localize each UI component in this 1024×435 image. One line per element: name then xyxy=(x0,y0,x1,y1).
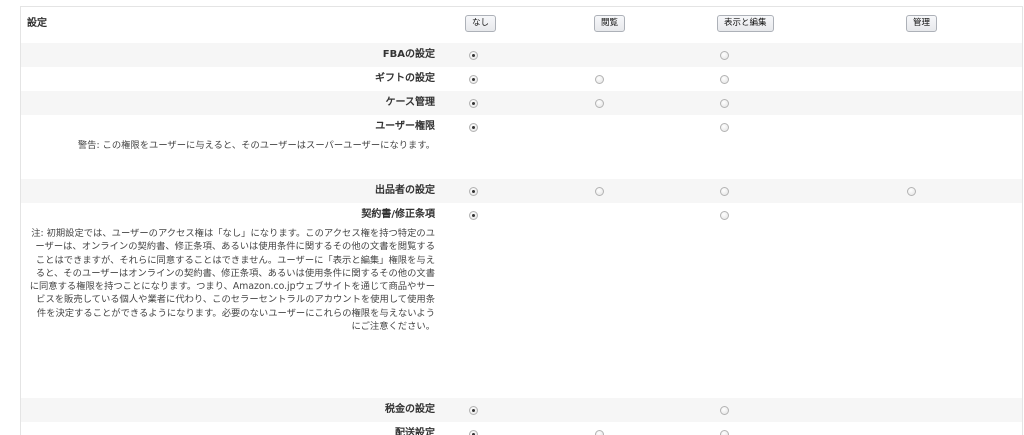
option-cell xyxy=(449,91,574,115)
option-cell xyxy=(699,43,887,67)
option-cell xyxy=(699,422,887,435)
radio-case-management-view[interactable] xyxy=(595,99,604,108)
radio-fba-settings-view-and-edit[interactable] xyxy=(720,51,729,60)
option-cell xyxy=(449,115,574,179)
row-label-seller-settings: 出品者の設定 xyxy=(21,179,449,203)
option-cell xyxy=(574,115,699,179)
option-cell xyxy=(699,67,887,91)
option-cell xyxy=(574,398,699,422)
row-title: 配送設定 xyxy=(395,428,435,435)
option-cell xyxy=(449,398,574,422)
row-label-user-permissions: ユーザー権限警告: この権限をユーザーに与えると、そのユーザーはスーパーユーザー… xyxy=(21,115,449,179)
radio-user-permissions-none[interactable] xyxy=(469,123,478,132)
radio-gift-settings-none[interactable] xyxy=(469,75,478,84)
row-label-case-management: ケース管理 xyxy=(21,91,449,115)
option-cell xyxy=(449,422,574,435)
row-label-contracts-amendments: 契約書/修正条項注: 初期設定では、ユーザーのアクセス権は「なし」になります。こ… xyxy=(21,203,449,398)
warning-note: 警告: この権限をユーザーに与えると、そのユーザーはスーパーユーザーになります。 xyxy=(77,140,435,151)
option-cell xyxy=(699,398,887,422)
option-cell xyxy=(574,91,699,115)
row-label-tax-settings: 税金の設定 xyxy=(21,398,449,422)
row-title: FBAの設定 xyxy=(382,49,435,60)
radio-shipping-settings-view[interactable] xyxy=(595,430,604,435)
admin-button[interactable]: 管理 xyxy=(906,15,938,32)
radio-seller-settings-admin[interactable] xyxy=(907,187,916,196)
view-button[interactable]: 閲覧 xyxy=(594,15,626,32)
option-cell xyxy=(887,203,1022,398)
settings-heading: 設定 xyxy=(27,18,47,29)
row-label-shipping-settings: 配送設定 xyxy=(21,422,449,435)
option-cell xyxy=(449,67,574,91)
row-title: ケース管理 xyxy=(385,97,436,108)
option-cell xyxy=(449,179,574,203)
option-cell xyxy=(574,43,699,67)
radio-seller-settings-none[interactable] xyxy=(469,187,478,196)
row-label-fba-settings: FBAの設定 xyxy=(21,43,449,67)
option-cell xyxy=(449,43,574,67)
radio-contracts-amendments-view-and-edit[interactable] xyxy=(720,211,729,220)
radio-seller-settings-view-and-edit[interactable] xyxy=(720,187,729,196)
option-cell xyxy=(887,179,1022,203)
radio-case-management-view-and-edit[interactable] xyxy=(720,99,729,108)
radio-contracts-amendments-none[interactable] xyxy=(469,211,478,220)
row-title: ギフトの設定 xyxy=(375,73,435,84)
radio-tax-settings-view-and-edit[interactable] xyxy=(720,406,729,415)
row-title: 出品者の設定 xyxy=(375,185,435,196)
option-cell xyxy=(699,203,887,398)
option-cell xyxy=(887,91,1022,115)
radio-gift-settings-view[interactable] xyxy=(595,75,604,84)
row-label-gift-settings: ギフトの設定 xyxy=(21,67,449,91)
radio-fba-settings-none[interactable] xyxy=(469,51,478,60)
option-cell xyxy=(887,43,1022,67)
row-title: 税金の設定 xyxy=(385,404,435,415)
none-button[interactable]: なし xyxy=(465,15,497,32)
radio-shipping-settings-view-and-edit[interactable] xyxy=(720,430,729,435)
option-cell xyxy=(887,398,1022,422)
radio-tax-settings-none[interactable] xyxy=(469,406,478,415)
option-cell xyxy=(574,67,699,91)
option-cell xyxy=(887,422,1022,435)
radio-shipping-settings-none[interactable] xyxy=(469,430,478,435)
view-and-edit-button[interactable]: 表示と編集 xyxy=(717,15,774,32)
option-cell xyxy=(887,67,1022,91)
contract-note: 注: 初期設定では、ユーザーのアクセス権は「なし」になります。このアクセス権を持… xyxy=(29,228,435,333)
radio-gift-settings-view-and-edit[interactable] xyxy=(720,75,729,84)
option-cell xyxy=(574,179,699,203)
option-cell xyxy=(574,203,699,398)
radio-user-permissions-view-and-edit[interactable] xyxy=(720,123,729,132)
option-cell xyxy=(449,203,574,398)
option-cell xyxy=(699,179,887,203)
row-title: 契約書/修正条項 xyxy=(361,209,435,220)
row-title: ユーザー権限 xyxy=(375,121,435,132)
option-cell xyxy=(699,91,887,115)
radio-seller-settings-view[interactable] xyxy=(595,187,604,196)
option-cell xyxy=(574,422,699,435)
option-cell xyxy=(699,115,887,179)
option-cell xyxy=(887,115,1022,179)
radio-case-management-none[interactable] xyxy=(469,99,478,108)
permissions-table: 設定 なし 閲覧 表示と編集 管理 FBAの設定ギフトの設定ケース管理ユーザー権… xyxy=(21,7,1022,435)
permissions-panel: 設定 なし 閲覧 表示と編集 管理 FBAの設定ギフトの設定ケース管理ユーザー権… xyxy=(20,6,1023,435)
